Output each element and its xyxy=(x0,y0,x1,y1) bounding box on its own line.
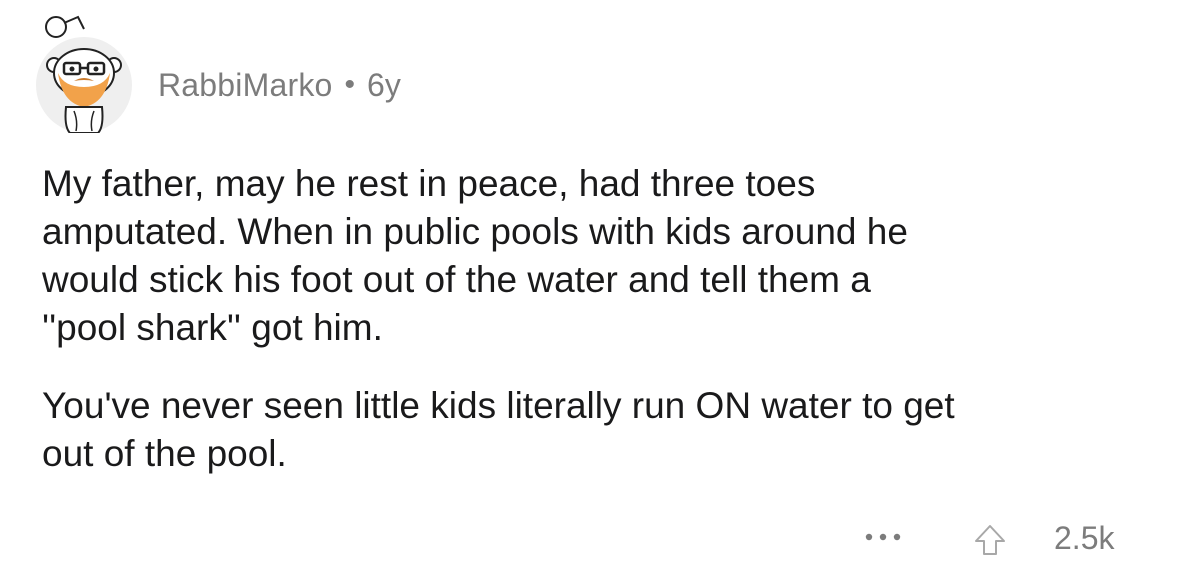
vote-score: 2.5k xyxy=(1054,520,1115,556)
comment-body: My father, may he rest in peace, had thr… xyxy=(42,160,1152,478)
comment-paragraph: You've never seen little kids literally … xyxy=(42,385,955,474)
upvote-button[interactable] xyxy=(970,522,1010,558)
comment-card: RabbiMarko • 6y My father, may he rest i… xyxy=(0,0,1179,576)
comment-age: 6y xyxy=(367,66,401,103)
comment-paragraph: My father, may he rest in peace, had thr… xyxy=(42,163,908,348)
snoo-avatar-icon[interactable] xyxy=(34,15,134,134)
more-options-button[interactable] xyxy=(858,522,908,552)
comment-meta: RabbiMarko • 6y xyxy=(158,67,401,104)
comment-actions: 2.5k xyxy=(0,514,1179,564)
meta-separator: • xyxy=(344,68,356,101)
more-dots-icon xyxy=(865,533,901,541)
username-link[interactable]: RabbiMarko xyxy=(158,67,333,104)
upvote-arrow-icon xyxy=(975,525,1005,555)
comment-header: RabbiMarko • 6y xyxy=(34,14,401,134)
